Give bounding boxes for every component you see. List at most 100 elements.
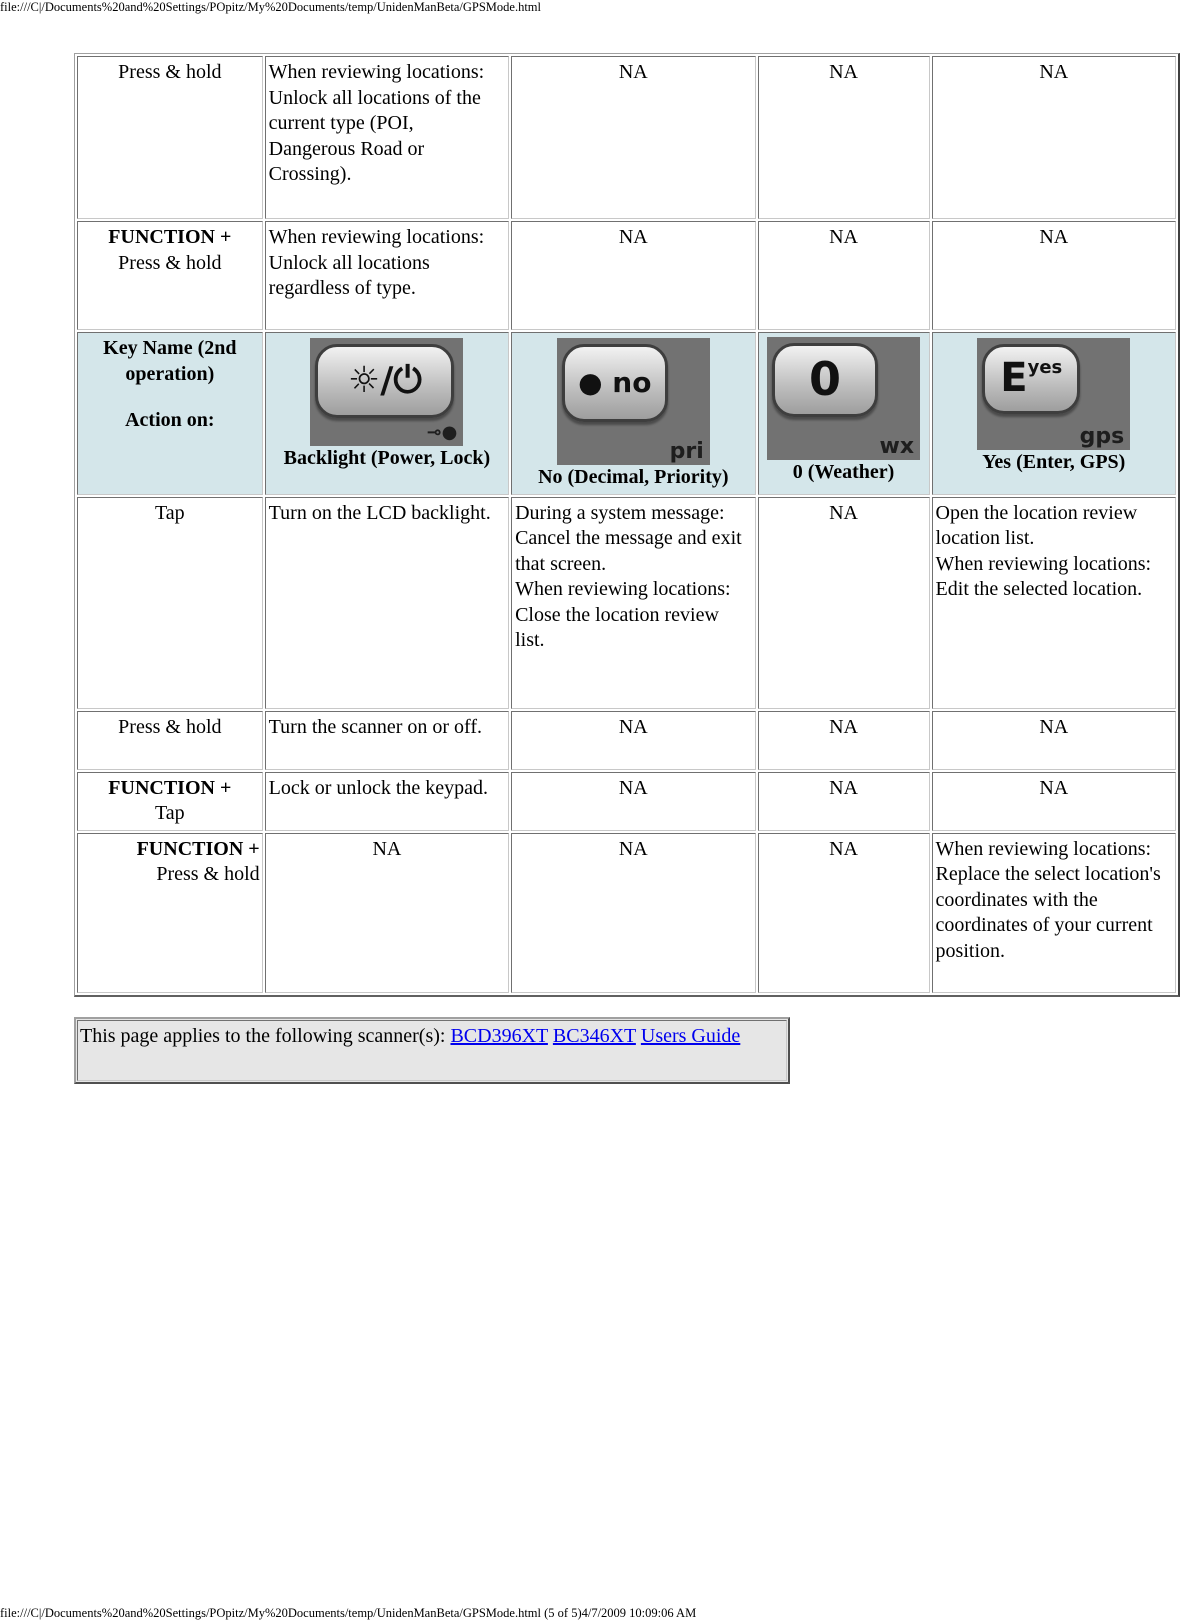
zero-key-cell: NA — [757, 496, 930, 709]
action-cell: FUNCTION + Press & hold — [77, 221, 263, 330]
action-cell: FUNCTION + Tap — [77, 771, 263, 831]
action-cell: Press & hold — [77, 56, 263, 219]
action-cell: FUNCTION + Press & hold — [77, 832, 263, 993]
backlight-key-header: ☼/⏻ ⊸● Backlight (Power, Lock) — [264, 332, 510, 495]
no-key-cell: During a system message: Cancel the mess… — [511, 496, 756, 709]
decimal-no-glyph: ● no — [578, 366, 652, 400]
zero-key-cell: NA — [757, 771, 930, 831]
action-label: Tap — [154, 802, 185, 824]
cell-text: Turn the scanner on or off. — [268, 715, 482, 738]
cell-text: NA — [829, 501, 858, 524]
backlight-power-key-icon: ☼/⏻ ⊸● — [310, 338, 464, 446]
cell-text: NA — [618, 226, 648, 248]
backlight-key-cell: Turn the scanner on or off. — [264, 710, 510, 770]
no-key-cell: NA — [511, 832, 756, 993]
no-key-cell: NA — [511, 221, 756, 330]
zero-key-header: 0 wx 0 (Weather) — [757, 332, 930, 495]
pri-glyph: pri — [669, 439, 704, 464]
key-name-label: Key Name (2nd operation) — [103, 337, 237, 385]
action-modifier: FUNCTION + — [136, 837, 260, 860]
action-label: Press & hold — [118, 715, 222, 738]
action-label: Tap — [154, 501, 185, 524]
table-row: Press & hold When reviewing locations: U… — [77, 56, 1176, 219]
cell-text: NA — [618, 837, 648, 860]
backlight-key-cell: Turn on the LCD backlight. — [264, 496, 510, 709]
table-row: FUNCTION + Press & hold NA NA NA When re… — [77, 832, 1176, 993]
link-bcd396xt[interactable]: BCD396XT — [450, 1025, 547, 1047]
yes-key-cell: NA — [931, 710, 1176, 770]
key-name-label-cell: Key Name (2nd operation) Action on: — [77, 332, 263, 495]
cell-text: When reviewing locations: Replace the se… — [935, 837, 1161, 962]
cell-text: NA — [372, 837, 402, 860]
action-modifier: FUNCTION + — [108, 226, 232, 248]
key-caption: Backlight (Power, Lock) — [283, 447, 491, 469]
action-label: Press & hold — [118, 61, 222, 83]
yes-key-cell: NA — [931, 221, 1176, 330]
backlight-key-cell: When reviewing locations: Unlock all loc… — [264, 221, 510, 330]
key-operations-table: Press & hold When reviewing locations: U… — [74, 53, 1180, 997]
key-name-header-row: Key Name (2nd operation) Action on: ☼/⏻ … — [77, 332, 1176, 495]
cell-text: NA — [1039, 715, 1069, 738]
key-caption: 0 (Weather) — [792, 461, 895, 483]
yes-key-cell: Open the location review location list. … — [931, 496, 1176, 709]
cell-text: When reviewing locations: Unlock all loc… — [268, 226, 485, 299]
key-caption: Yes (Enter, GPS) — [982, 451, 1126, 473]
cell-text: When reviewing locations: Unlock all loc… — [268, 61, 485, 185]
action-cell: Tap — [77, 496, 263, 709]
print-header-url: file:///C|/Documents%20and%20Settings/PO… — [0, 0, 541, 14]
no-key-header: ● no pri No (Decimal, Priority) — [511, 332, 756, 495]
link-bc346xt[interactable]: BC346XT — [553, 1025, 636, 1047]
action-label: Press & hold — [118, 251, 222, 274]
cell-text: NA — [829, 715, 858, 738]
cell-text: NA — [618, 715, 648, 738]
action-cell: Press & hold — [77, 710, 263, 770]
table-row: Tap Turn on the LCD backlight. During a … — [77, 496, 1176, 709]
cell-text: NA — [829, 837, 858, 860]
cell-text: NA — [618, 776, 648, 799]
applies-to-text: This page applies to the following scann… — [80, 1025, 451, 1047]
bulb-power-glyph: ☼/⏻ — [347, 360, 422, 402]
yes-key-cell: When reviewing locations: Replace the se… — [931, 832, 1176, 993]
zero-key-cell: NA — [757, 710, 930, 770]
cell-text: During a system message: Cancel the mess… — [515, 501, 742, 652]
no-key-cell: NA — [511, 771, 756, 831]
cell-text: Lock or unlock the keypad. — [268, 776, 489, 799]
zero-key-cell: NA — [757, 832, 930, 993]
zero-glyph: 0 — [809, 352, 842, 407]
print-footer-url: file:///C|/Documents%20and%20Settings/PO… — [0, 1606, 697, 1620]
backlight-key-cell: NA — [264, 832, 510, 993]
cell-text: NA — [829, 61, 858, 83]
no-key-cell: NA — [511, 56, 756, 219]
yes-key-header: Eyes gps Yes (Enter, GPS) — [931, 332, 1176, 495]
enter-e-glyph: E — [1000, 355, 1028, 402]
table-row: FUNCTION + Tap Lock or unlock the keypad… — [77, 771, 1176, 831]
zero-key-cell: NA — [757, 56, 930, 219]
link-users-guide[interactable]: Users Guide — [641, 1025, 740, 1047]
applies-to-content: This page applies to the following scann… — [77, 1020, 787, 1081]
cell-text: NA — [1039, 61, 1069, 83]
wx-glyph: wx — [879, 434, 915, 459]
cell-text: Open the location review location list. … — [935, 501, 1152, 601]
table-row: FUNCTION + Press & hold When reviewing l… — [77, 221, 1176, 330]
zero-key-cell: NA — [757, 221, 930, 330]
yes-key-cell: NA — [931, 56, 1176, 219]
gps-glyph: gps — [1079, 424, 1125, 449]
cell-text: NA — [829, 226, 858, 248]
backlight-key-cell: Lock or unlock the keypad. — [264, 771, 510, 831]
action-on-label: Action on: — [125, 409, 215, 431]
yes-glyph: yes — [1027, 357, 1063, 378]
no-key-cell: NA — [511, 710, 756, 770]
yes-key-cell: NA — [931, 771, 1176, 831]
table-row: Press & hold Turn the scanner on or off.… — [77, 710, 1176, 770]
action-label: Press & hold — [156, 863, 260, 885]
applies-to-box: This page applies to the following scann… — [74, 1017, 790, 1084]
action-modifier: FUNCTION + — [108, 776, 232, 799]
cell-text: NA — [829, 776, 858, 799]
lock-key-glyph: ⊸● — [426, 422, 458, 443]
cell-text: NA — [1039, 226, 1069, 248]
no-decimal-key-icon: ● no pri — [556, 338, 710, 465]
key-caption: No (Decimal, Priority) — [538, 466, 729, 488]
backlight-key-cell: When reviewing locations: Unlock all loc… — [264, 56, 510, 219]
zero-weather-key-icon: 0 wx — [767, 337, 921, 460]
cell-text: Turn on the LCD backlight. — [268, 501, 491, 524]
